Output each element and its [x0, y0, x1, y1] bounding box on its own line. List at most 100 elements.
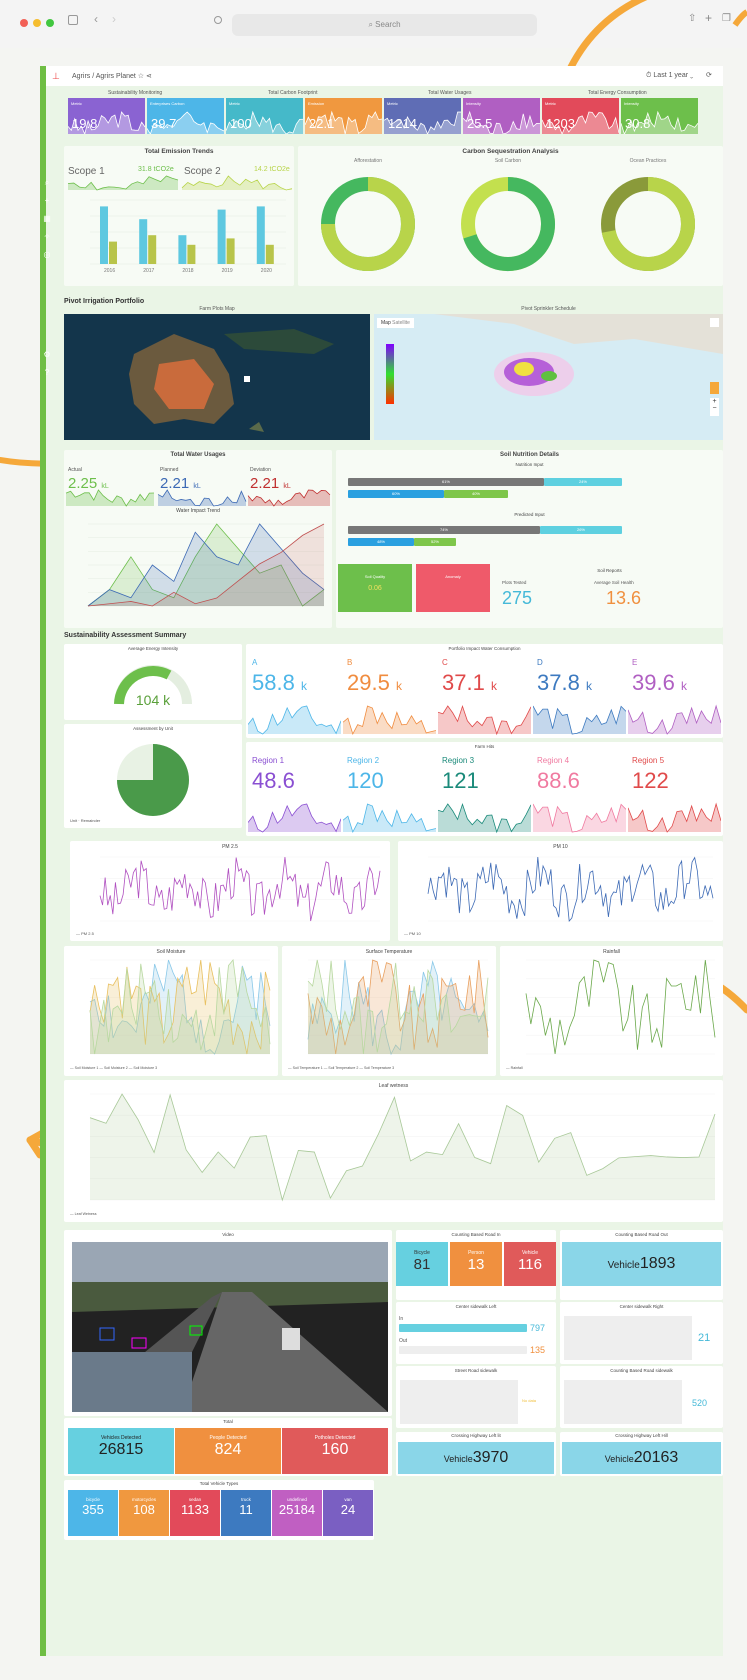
sidewalk-left-panel: Center sidewalk Left In 797 Out 135: [396, 1302, 556, 1364]
stat-tile: Region 5 122: [628, 754, 721, 834]
soil-subtitle: Predicted Input: [514, 512, 545, 517]
series-line: [99, 856, 381, 922]
x-tick-label: 2017: [143, 268, 154, 274]
kpi-tile: Metric 1203: [542, 98, 619, 134]
emission-bar: [217, 209, 226, 264]
zoom-control[interactable]: + −: [710, 398, 719, 416]
sidewalk-left-title: Center sidewalk Left: [455, 1304, 497, 1309]
sequestration-title: Carbon Sequestration Analysis: [462, 148, 559, 155]
tile-spark-area: [147, 112, 224, 134]
region-title: Farm Hits: [474, 744, 495, 749]
stat-tile: A 58.8 k: [248, 656, 341, 736]
emission-bar: [109, 241, 117, 264]
predicted-bar: 48%: [348, 538, 414, 546]
leaf-wetness-chart: [89, 1093, 716, 1202]
highway-left-value: Vehicle3970: [398, 1442, 554, 1474]
soil-health-label: Average Soil Health: [594, 580, 634, 585]
highway-right-value: Vehicle20163: [562, 1442, 721, 1474]
soil-moisture-panel: Soil Moisture — Soil Moisture 1 — Soil M…: [64, 946, 278, 1076]
anomaly-stat: Anomaly: [416, 564, 490, 612]
farm-plots-map[interactable]: Farm Plots Map: [64, 306, 370, 440]
fullscreen-icon[interactable]: [710, 318, 719, 327]
pm10-panel: PM 10 — PM 10: [398, 841, 723, 941]
highway-left-panel: Crossing Highway Left lit Vehicle3970: [396, 1432, 556, 1476]
alerts-icon[interactable]: ◎: [42, 250, 52, 260]
x-tick-label: 2019: [222, 268, 233, 274]
sidewalk-right-panel: Center sidewalk Right 21: [560, 1302, 723, 1364]
emission-bar: [265, 244, 274, 264]
pm25-chart: [99, 856, 381, 922]
soil-moisture-chart: [89, 959, 271, 1055]
dashboards-icon[interactable]: ▦: [42, 214, 52, 224]
donut-label: Ocean Practices: [630, 158, 667, 164]
vehicle-type-value: 355: [82, 1502, 104, 1517]
refresh-icon[interactable]: ⟳: [706, 71, 712, 79]
stat-tile: B 29.5 k: [343, 656, 436, 736]
emission-bar: [100, 206, 108, 264]
planned-spark-area: [158, 490, 246, 506]
tile-group-title: Total Water Usages: [428, 90, 472, 96]
pegman-icon[interactable]: [710, 382, 719, 394]
pie-legend: Unit · Remainder: [70, 818, 101, 823]
settings-icon[interactable]: ⚙: [42, 350, 52, 360]
bicycle-count: Bicycle 81: [396, 1242, 448, 1286]
kpi-tile: Metric 1214: [384, 98, 461, 134]
nutrition-bar: 60%: [348, 490, 444, 498]
soil-title: Soil Nutrition Details: [499, 452, 559, 458]
sequestration-panel: Carbon Sequestration Analysis Afforestat…: [298, 146, 723, 286]
vehicle-types-panel: Total Vehicle Types bicycle 355 motorcycle…: [64, 1480, 374, 1540]
vehicle-type-tile: motorcycles 108: [119, 1490, 169, 1536]
street-sidewalk-title: Street Road sidewalk: [454, 1368, 498, 1373]
in-value: 797: [530, 1323, 546, 1333]
series-area: [90, 1094, 715, 1200]
emission-bar: [178, 235, 187, 264]
tile-spark-area: [463, 112, 540, 134]
water-consumption-panel: Portfolio Impact Water Consumption A 58.8…: [246, 644, 723, 738]
potholes-detected: Potholes Detected 160: [282, 1428, 388, 1474]
kpi-tile: Emission 22.1: [305, 98, 382, 134]
pie-panel: Assessment by Unit Unit · Remainder: [64, 724, 242, 828]
tile-spark-area: [226, 112, 303, 134]
emission-panel: Total Emission Trends Scope 1 31.8 tCO2e…: [64, 146, 294, 286]
tile-spark-area: [68, 112, 145, 134]
street-sidewalk-panel: Street Road sidewalk No data: [396, 1366, 556, 1428]
vehicle-type-value: 1133: [181, 1502, 209, 1517]
plus-icon[interactable]: +: [42, 196, 52, 206]
explore-icon[interactable]: ✧: [42, 232, 52, 242]
traffic-video[interactable]: [72, 1242, 388, 1412]
sidewalk-right-bar: [564, 1316, 692, 1360]
nutrition-bar: 40%: [444, 490, 508, 498]
water-title: Total Water Usages: [170, 452, 226, 458]
map-title: Pivot Sprinkler Schedule: [521, 306, 576, 312]
breadcrumb[interactable]: Agrirs / Agrirs Planet ☆ ⋖: [72, 72, 152, 80]
road-in-title: Counting Based Road In: [451, 1232, 501, 1237]
people-detected: People Detected 824: [175, 1428, 281, 1474]
in-bar: [399, 1324, 527, 1332]
emission-bar: [226, 238, 235, 264]
soil-health-value: 13.6: [606, 588, 642, 608]
soil-subtitle: Nutrition Input: [515, 462, 544, 467]
leaf-wetness-panel: Leaf wetness — Leaf Wetness: [64, 1080, 723, 1222]
road-sidewalk-bar: [564, 1380, 682, 1424]
nutrition-bar: 24%: [544, 478, 622, 486]
highway-left-title: Crossing Highway Left lit: [451, 1433, 501, 1438]
deviation-label: Deviation: [250, 467, 271, 473]
pivot-sprinkler-map[interactable]: Pivot Sprinkler Schedule Map Satellite +…: [374, 306, 723, 440]
time-range-picker[interactable]: ⏱ Last 1 year ⌄: [646, 72, 693, 80]
stat-tile: Region 2 120: [343, 754, 436, 834]
vehicle-type-value: 24: [340, 1502, 356, 1517]
out-bar: [399, 1346, 527, 1354]
road-out-value: Vehicle1893: [562, 1242, 721, 1286]
stat-tile: C 37.1 k: [438, 656, 531, 736]
water-trend-chart: [65, 489, 331, 607]
vehicle-type-tile: undefined 25184: [272, 1490, 322, 1536]
map-tab[interactable]: Map Satellite: [377, 318, 414, 328]
search-icon[interactable]: ⌕: [42, 178, 52, 188]
out-value: 135: [530, 1345, 546, 1355]
app-logo-icon: ⊥: [52, 71, 60, 81]
vehicle-type-tile: van 24: [323, 1490, 373, 1536]
australia-map: [64, 314, 370, 440]
road-sidewalk-title: Counting Based Road sidewalk: [610, 1368, 673, 1373]
help-icon[interactable]: ?: [42, 368, 52, 378]
dashboard-window: ⊥ Agrirs / Agrirs Planet ☆ ⋖ ⏱ Last 1 ye…: [40, 66, 723, 1656]
